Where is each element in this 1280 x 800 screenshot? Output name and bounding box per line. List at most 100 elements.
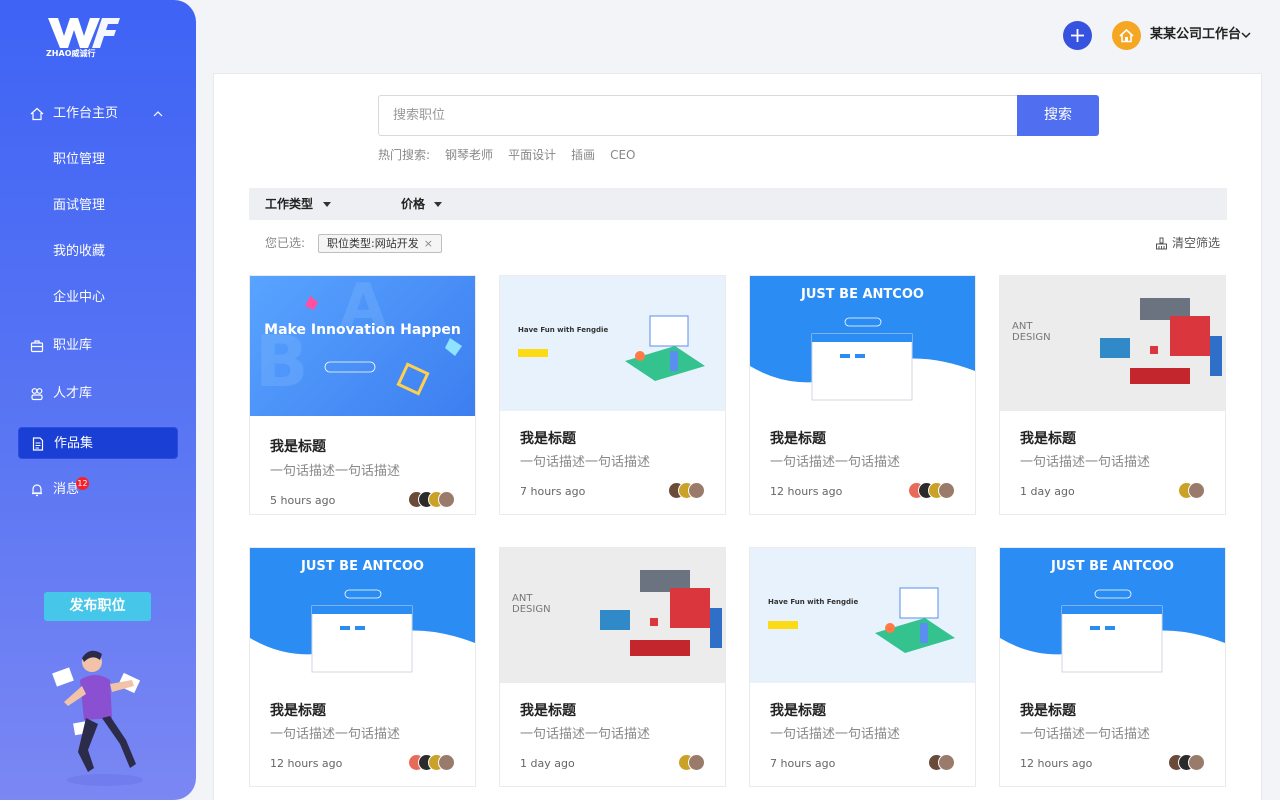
clear-filters-label: 清空筛选 bbox=[1172, 236, 1221, 250]
card-description: 一句话描述一句话描述 bbox=[770, 455, 901, 470]
portfolio-card[interactable]: JUST BE ANTCOO 我是标题 一句话描述一句话描述 12 hours … bbox=[999, 547, 1226, 787]
portfolio-card[interactable]: B A Make Innovation Happen 我是标题 一句话描述一句话… bbox=[249, 275, 476, 515]
card-banner-text: JUST BE ANTCOO bbox=[801, 287, 924, 302]
sidebar-item-job-management[interactable]: 职位管理 bbox=[18, 144, 178, 176]
sidebar-item-enterprise-center[interactable]: 企业中心 bbox=[18, 282, 178, 314]
sidebar-item-messages[interactable]: 消息 12 bbox=[18, 474, 178, 506]
avatar bbox=[438, 754, 455, 771]
hot-keyword[interactable]: CEO bbox=[610, 147, 635, 163]
card-timestamp: 12 hours ago bbox=[270, 757, 343, 770]
sidebar-item-career-library[interactable]: 职业库 bbox=[18, 330, 178, 362]
plus-icon bbox=[1071, 29, 1084, 42]
card-banner-text: Have Fun with Fengdie bbox=[768, 598, 859, 606]
card-description: 一句话描述一句话描述 bbox=[1020, 455, 1151, 470]
hot-keyword[interactable]: 插画 bbox=[571, 147, 595, 163]
avatar-group bbox=[668, 482, 705, 499]
broom-icon bbox=[1156, 237, 1167, 250]
brand-logo[interactable]: ZHAO威诚行 bbox=[44, 14, 156, 60]
sidebar-item-label: 我的收藏 bbox=[53, 244, 106, 259]
card-banner-text: JUST BE ANTCOO bbox=[301, 559, 424, 574]
card-timestamp: 12 hours ago bbox=[1020, 757, 1093, 770]
selected-filters-label: 您已选: bbox=[265, 236, 306, 250]
portfolio-card[interactable]: Have Fun with Fengdie 我是标题 一句话描述一句话描述 7 … bbox=[749, 547, 976, 787]
workspace-switcher[interactable]: 某某公司工作台 bbox=[1150, 27, 1241, 43]
home-icon bbox=[1119, 28, 1134, 43]
clear-filters-button[interactable]: 清空筛选 bbox=[1155, 236, 1220, 250]
portfolio-card[interactable]: Have Fun with Fengdie 我是标题 一句话描述一句话描述 7 … bbox=[499, 275, 726, 515]
bell-icon bbox=[32, 484, 42, 497]
avatar bbox=[688, 482, 705, 499]
filter-bar: 工作类型 价格 bbox=[249, 188, 1227, 220]
avatar-group bbox=[1168, 754, 1205, 771]
publish-job-button[interactable]: 发布职位 bbox=[44, 592, 151, 621]
sidebar-item-label: 职业库 bbox=[53, 338, 93, 353]
avatar bbox=[688, 754, 705, 771]
avatar bbox=[938, 482, 955, 499]
hot-keyword[interactable]: 钢琴老师 bbox=[445, 147, 493, 163]
card-title: 我是标题 bbox=[770, 703, 826, 719]
card-timestamp: 7 hours ago bbox=[770, 757, 836, 770]
card-title: 我是标题 bbox=[1020, 431, 1076, 447]
hot-keyword[interactable]: 平面设计 bbox=[508, 147, 556, 163]
card-description: 一句话描述一句话描述 bbox=[520, 727, 651, 742]
card-title: 我是标题 bbox=[770, 431, 826, 447]
card-title: 我是标题 bbox=[270, 439, 326, 455]
card-banner-text: JUST BE ANTCOO bbox=[1051, 559, 1174, 574]
selected-filter-tag-label: 职位类型:网站开发 bbox=[327, 237, 419, 250]
chevron-down-icon[interactable] bbox=[1240, 29, 1252, 41]
search-input[interactable]: 搜索职位 bbox=[378, 95, 1018, 136]
avatar-group bbox=[928, 754, 955, 771]
sidebar-item-dashboard[interactable]: 工作台主页 bbox=[18, 98, 178, 130]
avatar-group bbox=[408, 754, 455, 771]
svg-text:ZHAO威诚行: ZHAO威诚行 bbox=[46, 48, 96, 58]
document-icon bbox=[32, 437, 44, 451]
portfolio-card[interactable]: JUST BE ANTCOO 我是标题 一句话描述一句话描述 12 hours … bbox=[249, 547, 476, 787]
portfolio-card[interactable]: ANT DESIGN 我是标题 一句话描述一句话描述 1 day ago bbox=[499, 547, 726, 787]
hot-searches: 热门搜索: 钢琴老师 平面设计 插画 CEO bbox=[378, 147, 636, 163]
card-timestamp: 1 day ago bbox=[1020, 485, 1075, 498]
sidebar-item-label: 工作台主页 bbox=[53, 106, 119, 121]
sidebar-item-portfolio[interactable]: 作品集 bbox=[18, 427, 178, 459]
search-button[interactable]: 搜索 bbox=[1017, 95, 1099, 136]
person-illustration bbox=[52, 650, 143, 786]
card-cover-image: ANT DESIGN bbox=[500, 548, 725, 683]
add-button[interactable] bbox=[1063, 21, 1092, 50]
sidebar-item-label: 职位管理 bbox=[53, 152, 106, 167]
card-banner-text: Make Innovation Happen bbox=[264, 322, 461, 338]
chevron-up-icon bbox=[153, 111, 163, 117]
caret-down-icon[interactable] bbox=[434, 202, 442, 207]
sidebar-item-interview-management[interactable]: 面试管理 bbox=[18, 190, 178, 222]
card-description: 一句话描述一句话描述 bbox=[270, 727, 401, 742]
sidebar-item-talent-pool[interactable]: 人才库 bbox=[18, 378, 178, 410]
close-icon[interactable]: × bbox=[424, 237, 433, 250]
card-timestamp: 12 hours ago bbox=[770, 485, 843, 498]
card-cover-image: B A Make Innovation Happen bbox=[250, 276, 475, 416]
card-timestamp: 5 hours ago bbox=[270, 494, 336, 507]
avatar-group bbox=[908, 482, 955, 499]
card-cover-image: ANT DESIGN bbox=[1000, 276, 1225, 411]
filter-job-type[interactable]: 工作类型 bbox=[265, 197, 313, 211]
portfolio-card[interactable]: JUST BE ANTCOO 我是标题 一句话描述一句话描述 12 hours … bbox=[749, 275, 976, 515]
avatar bbox=[1188, 482, 1205, 499]
selected-filter-tag: 职位类型:网站开发 × bbox=[318, 234, 442, 253]
avatar-group bbox=[408, 491, 455, 508]
filter-price[interactable]: 价格 bbox=[401, 197, 425, 211]
card-cover-image: Have Fun with Fengdie bbox=[500, 276, 725, 411]
avatar bbox=[438, 491, 455, 508]
workspace-avatar[interactable] bbox=[1112, 21, 1141, 50]
card-timestamp: 7 hours ago bbox=[520, 485, 586, 498]
card-banner-text: Have Fun with Fengdie bbox=[518, 326, 609, 334]
card-description: 一句话描述一句话描述 bbox=[270, 464, 401, 479]
sidebar: ZHAO威诚行 工作台主页 职位管理 面试管理 我的收藏 企业中心 职业库 人才… bbox=[0, 0, 196, 800]
hot-search-label: 热门搜索: bbox=[378, 148, 431, 162]
card-cover-image: JUST BE ANTCOO bbox=[1000, 548, 1225, 683]
avatar-group bbox=[1178, 482, 1205, 499]
card-cover-image: JUST BE ANTCOO bbox=[750, 276, 975, 411]
card-cover-image: JUST BE ANTCOO bbox=[250, 548, 475, 683]
card-title: 我是标题 bbox=[1020, 703, 1076, 719]
sidebar-item-label: 人才库 bbox=[53, 386, 93, 401]
caret-down-icon[interactable] bbox=[323, 202, 331, 207]
sidebar-item-favorites[interactable]: 我的收藏 bbox=[18, 236, 178, 268]
card-description: 一句话描述一句话描述 bbox=[520, 455, 651, 470]
portfolio-card[interactable]: ANT DESIGN 我是标题 一句话描述一句话描述 1 day ago bbox=[999, 275, 1226, 515]
